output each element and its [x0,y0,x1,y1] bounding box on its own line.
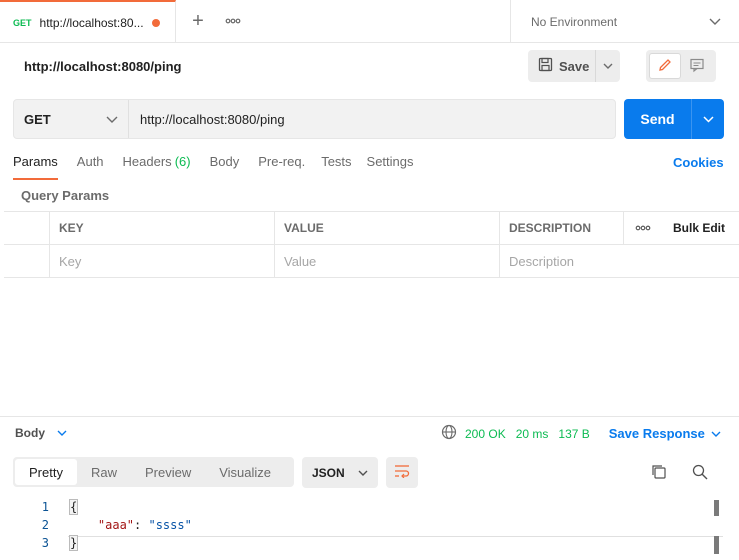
json-value: "ssss" [148,518,192,532]
code-line: 3 } [0,534,739,552]
key-input[interactable]: Key [49,245,274,277]
tab-label: Auth [76,154,104,169]
code-text: { [69,499,79,515]
tab-tests[interactable]: Tests [321,152,351,180]
tab-headers[interactable]: Headers (6) [123,152,191,180]
response-view-modes: Pretty Raw Preview Visualize [13,457,294,487]
request-tabs: Params Auth Headers (6) Body Pre-req. Tes… [13,152,433,180]
save-button[interactable]: Save [528,50,596,82]
response-body-label: Body [15,426,45,440]
cookies-link[interactable]: Cookies [673,155,724,170]
column-options-icon[interactable] [623,212,661,244]
send-button-group: Send [624,99,724,139]
tab-label: Params [13,154,58,169]
tab-method: GET [13,17,32,28]
url-input[interactable] [129,100,615,138]
tab-pre-request[interactable]: Pre-req. [258,152,305,180]
save-response-button[interactable]: Save Response [609,426,705,441]
response-code-editor[interactable]: 1 { 2 "aaa": "ssss" 3 } [0,498,739,552]
pane-divider[interactable] [0,416,739,417]
method-label: GET [24,111,51,127]
view-mode-pretty[interactable]: Pretty [15,459,77,485]
response-meta: 200 OK 20 ms 137 B Save Response [441,424,721,443]
query-params-label: Query Params [21,188,110,203]
view-mode-raw[interactable]: Raw [77,459,131,485]
tab-label: Pre-req. [258,154,306,169]
row-checkbox-cell [4,245,49,277]
scrollbar-thumb[interactable] [714,500,719,516]
chevron-down-icon[interactable] [711,427,721,441]
wrap-lines-icon [394,464,410,481]
table-header-row: KEY VALUE DESCRIPTION Bulk Edit [4,212,739,245]
value-input[interactable]: Value [274,245,499,277]
request-name: http://localhost:8080/ping [24,59,182,74]
save-dropdown-button[interactable] [596,50,620,82]
globe-icon[interactable] [441,424,457,443]
chevron-down-icon [358,466,368,480]
chevron-down-icon [57,426,67,440]
line-number: 1 [41,500,49,514]
new-tab-plus-icon[interactable]: + [188,10,208,32]
unsaved-dot-icon [151,18,160,27]
edit-mode-button[interactable] [649,53,681,79]
checkbox-column [4,212,49,244]
json-key: "aaa" [97,518,135,532]
environment-select[interactable]: No Environment [510,0,739,43]
column-header-value: VALUE [274,212,499,244]
comments-mode-button[interactable] [681,53,713,79]
pencil-icon [657,57,673,76]
response-body-select[interactable]: Body [15,426,67,440]
view-mode-preview[interactable]: Preview [131,459,205,485]
params-table: KEY VALUE DESCRIPTION Bulk Edit Key Valu… [4,211,739,278]
column-header-key: KEY [49,212,274,244]
save-icon [538,57,553,75]
tab-label: Headers [122,154,172,169]
line-number: 3 [41,536,49,550]
tab-label: Body [209,154,240,169]
tab-label: Tests [321,154,352,169]
save-button-group: Save [528,50,620,82]
url-bar: GET [13,99,616,139]
search-icon[interactable] [691,463,709,484]
code-line: 1 { [0,498,739,516]
more-tabs-icon[interactable] [224,12,242,30]
format-label: JSON [312,465,345,480]
description-input[interactable]: Description [499,245,739,277]
tab-title: http://localhost:80... [39,15,144,30]
response-size[interactable]: 137 B [558,427,589,441]
code-line: 2 "aaa": "ssss" [0,516,739,534]
chevron-down-icon [709,15,721,29]
environment-label: No Environment [531,14,618,29]
save-label: Save [559,58,590,74]
tab-label: Settings [366,154,414,169]
request-tab[interactable]: GET http://localhost:80... [0,0,176,43]
bulk-edit-button[interactable]: Bulk Edit [661,212,739,244]
format-select[interactable]: JSON [302,457,378,488]
tab-auth[interactable]: Auth [77,152,104,180]
table-row: Key Value Description [4,245,739,278]
scrollbar-thumb[interactable] [714,536,719,554]
response-time[interactable]: 20 ms [516,427,549,441]
line-number: 2 [41,518,49,532]
tab-params[interactable]: Params [13,152,58,180]
copy-icon[interactable] [650,463,668,484]
wrap-lines-button[interactable] [386,457,418,488]
view-toggle [646,50,716,82]
tab-settings[interactable]: Settings [367,152,414,180]
comment-icon [689,57,705,76]
view-mode-visualize[interactable]: Visualize [205,459,285,485]
column-header-description: DESCRIPTION [499,212,623,244]
status-badge[interactable]: 200 OK [465,427,506,441]
method-select[interactable]: GET [14,100,129,138]
tab-body[interactable]: Body [210,152,240,180]
send-dropdown-button[interactable] [692,99,724,139]
headers-count: (6) [174,154,191,169]
code-text: } [69,535,79,551]
json-separator: : [134,518,149,532]
chevron-down-icon [106,112,118,127]
send-button[interactable]: Send [624,99,692,139]
